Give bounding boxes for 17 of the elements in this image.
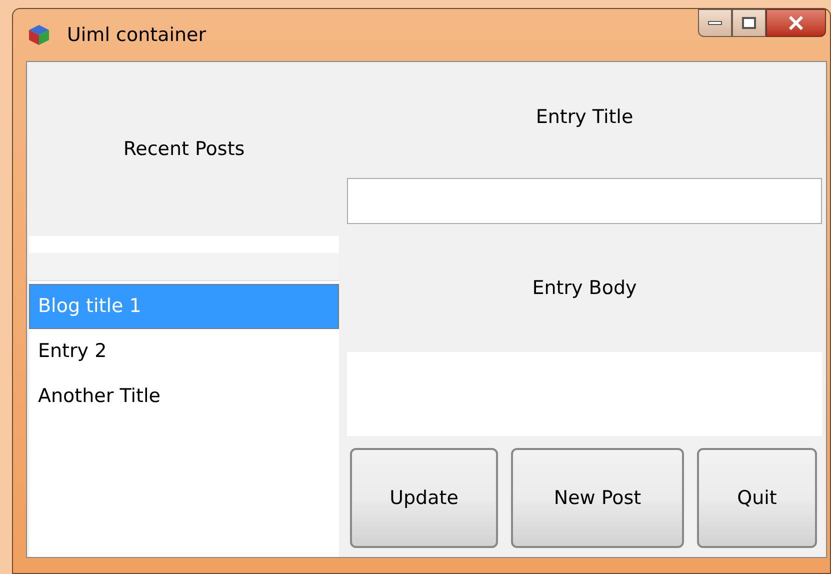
entry-body-label: Entry Body <box>532 276 637 301</box>
maximize-icon <box>742 17 756 29</box>
maximize-button[interactable] <box>732 9 766 37</box>
list-item[interactable]: Another Title <box>29 374 339 419</box>
action-button[interactable]: New Post <box>511 448 684 548</box>
close-button[interactable] <box>766 9 826 37</box>
cube-icon <box>27 23 51 47</box>
entry-title-field[interactable] <box>347 178 822 224</box>
action-button[interactable]: Quit <box>697 448 817 548</box>
window-title: Uiml container <box>67 23 206 47</box>
list-item[interactable]: Entry 2 <box>29 329 339 374</box>
entry-title-label: Entry Title <box>536 104 634 130</box>
minimize-button[interactable] <box>698 9 732 37</box>
recent-posts-label: Recent Posts <box>123 136 245 162</box>
action-button[interactable]: Update <box>350 448 498 548</box>
minimize-icon <box>708 21 722 25</box>
close-icon <box>788 16 804 30</box>
